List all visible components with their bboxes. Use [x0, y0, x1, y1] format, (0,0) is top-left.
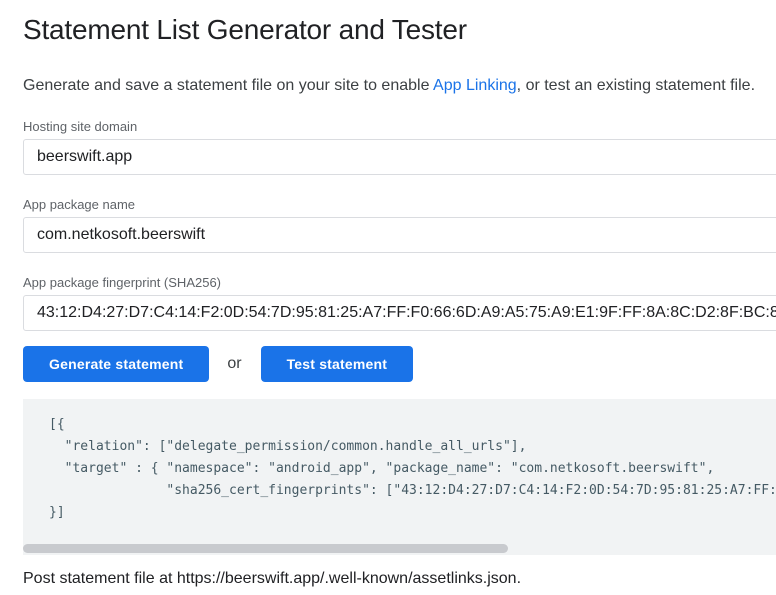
app-linking-link[interactable]: App Linking: [433, 77, 517, 94]
intro-text-before-link: Generate and save a statement file on yo…: [23, 77, 433, 94]
test-statement-button[interactable]: Test statement: [261, 346, 414, 382]
actions-row: Generate statement or Test statement: [23, 346, 776, 382]
app-package-fingerprint-input[interactable]: [23, 295, 776, 331]
or-separator-label: or: [227, 355, 241, 373]
app-package-name-label: App package name: [23, 197, 776, 212]
hosting-site-domain-label: Hosting site domain: [23, 119, 776, 134]
generate-statement-button[interactable]: Generate statement: [23, 346, 209, 382]
horizontal-scrollbar[interactable]: [23, 544, 776, 553]
horizontal-scrollbar-thumb[interactable]: [23, 544, 508, 553]
statement-generator-page: Statement List Generator and Tester Gene…: [0, 0, 776, 588]
app-package-name-field: App package name: [23, 197, 776, 253]
statement-output-block: [{ "relation": ["delegate_permission/com…: [23, 399, 776, 555]
hosting-site-domain-field: Hosting site domain: [23, 119, 776, 175]
page-title: Statement List Generator and Tester: [23, 14, 776, 46]
intro-text-after-link: , or test an existing statement file.: [517, 77, 755, 94]
app-package-fingerprint-field: App package fingerprint (SHA256): [23, 275, 776, 331]
app-package-name-input[interactable]: [23, 217, 776, 253]
intro-text: Generate and save a statement file on yo…: [23, 77, 776, 95]
hosting-site-domain-input[interactable]: [23, 139, 776, 175]
app-package-fingerprint-label: App package fingerprint (SHA256): [23, 275, 776, 290]
post-statement-instruction: Post statement file at https://beerswift…: [23, 570, 776, 588]
statement-json-code: [{ "relation": ["delegate_permission/com…: [49, 414, 776, 524]
